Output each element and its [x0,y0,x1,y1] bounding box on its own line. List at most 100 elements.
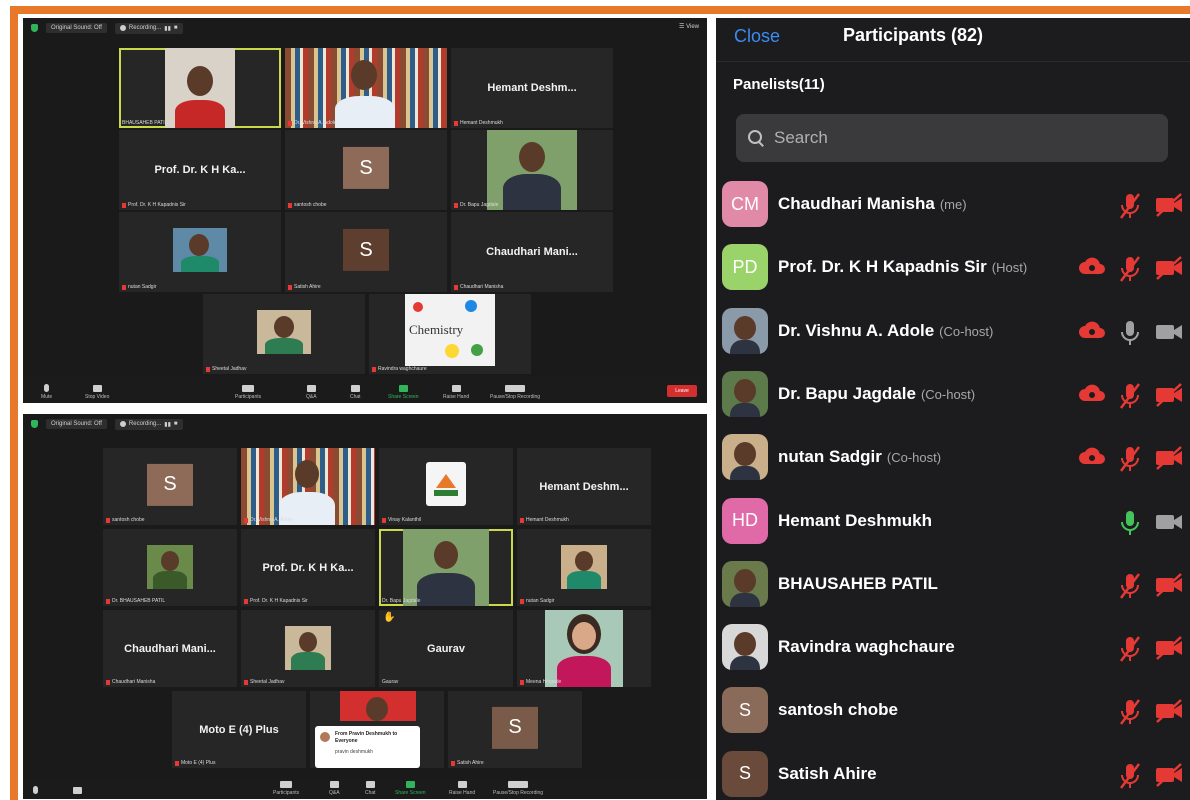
participant-row[interactable]: PD Prof. Dr. K H Kapadnis Sir (Host) [716,236,1190,299]
video-tile[interactable]: Chaudhari Mani... Chaudhari Manisha [103,610,237,687]
stop-video-button[interactable] [73,787,82,796]
video-tile[interactable]: Dr. Vishnu A. Adole [285,48,447,128]
share-screen-button[interactable]: Share Screen [395,781,426,796]
video-off-icon[interactable] [1154,255,1184,286]
video-tile[interactable]: Chemistry Ravindra waghchaure [369,294,531,374]
participants-button[interactable]: Participants [235,385,261,400]
video-off-icon[interactable] [1154,382,1184,413]
participant-row[interactable]: Dr. Vishnu A. Adole (Co-host) [716,300,1190,363]
original-sound-button[interactable]: Original Sound: Off [46,23,107,33]
video-tile[interactable]: Sheetal Jadhav [241,610,375,687]
video-tile[interactable]: Dr. Bapu Jagdale [379,529,513,606]
video-tile[interactable]: Sheetal Jadhav [203,294,365,374]
video-off-icon[interactable] [1154,762,1184,793]
video-tile[interactable]: Chaudhari Mani... Chaudhari Manisha [451,212,613,292]
original-sound-button[interactable]: Original Sound: Off [46,419,107,429]
avatar [722,434,768,481]
raise-hand-label: Raise Hand [449,790,476,796]
qa-button[interactable]: Q&A [329,781,340,796]
video-off-icon[interactable] [1154,192,1184,223]
video-feed [173,228,227,272]
video-tile[interactable]: Prof. Dr. K H Ka... Prof. Dr. K H Kapadn… [119,130,281,210]
leave-button[interactable]: Leave [667,385,697,397]
video-tile[interactable]: S Satish Ahire [285,212,447,292]
video-tile[interactable]: ✋ Gaurav Gaurav [379,610,513,687]
microphone-icon[interactable] [1118,509,1142,542]
video-tile[interactable]: Moto E (4) Plus Moto E (4) Plus [172,691,306,768]
raise-hand-button[interactable]: Raise Hand [449,781,475,796]
view-button[interactable]: ☰ View [679,23,699,30]
participant-row[interactable]: nutan Sadgir (Co-host) [716,426,1190,489]
participant-name-text: Dr. Bapu Jagdale [778,383,916,403]
video-off-icon[interactable] [1154,698,1184,729]
search-box[interactable] [736,114,1168,162]
participant-row[interactable]: Dr. Bapu Jagdale (Co-host) [716,363,1190,426]
pause-recording-button[interactable]: Pause/Stop Recording [493,781,543,796]
microphone-muted-icon[interactable] [1118,762,1142,795]
stop-icon[interactable]: ■ [174,421,178,427]
participant-row[interactable]: CM Chaudhari Manisha (me) [716,173,1190,236]
recording-indicator[interactable]: Recording... ▮▮ ■ [114,418,183,430]
stop-icon[interactable]: ■ [174,25,178,31]
video-tile[interactable]: Dr. Bapu Jagdale [451,130,613,210]
video-tile[interactable]: Vinay Kalanthil [379,448,513,525]
search-input[interactable] [774,128,1134,148]
pause-recording-button[interactable]: Pause/Stop Recording [490,385,540,400]
tile-name-label: Dr. BHAUSAHEB PATIL [106,598,165,604]
video-tile[interactable]: S Satish Ahire [448,691,582,768]
participant-row[interactable]: BHAUSAHEB PATIL [716,553,1190,616]
participant-row[interactable]: Ravindra waghchaure [716,616,1190,679]
participant-name: Chaudhari Manisha (me) [778,194,967,214]
microphone-muted-icon[interactable] [1118,382,1142,415]
video-tile[interactable]: Meena Hingade [517,610,651,687]
video-tile[interactable]: nutan Sadgir [119,212,281,292]
microphone-muted-icon[interactable] [1118,698,1142,731]
video-tile[interactable]: Dr. Vishnu A. Adole [241,448,375,525]
border-left [10,6,18,800]
participant-row[interactable]: HD Hemant Deshmukh [716,490,1190,553]
microphone-muted-icon[interactable] [1118,445,1142,478]
pause-recording-label: Pause/Stop Recording [490,394,541,400]
stop-video-button[interactable]: Stop Video [85,385,109,400]
recording-indicator[interactable]: Recording... ▮▮ ■ [114,22,183,34]
video-tile[interactable]: S santosh chobe [103,448,237,525]
microphone-muted-icon[interactable] [1118,572,1142,605]
mute-button[interactable] [33,786,38,796]
video-camera-icon[interactable] [1154,509,1184,540]
video-camera-icon[interactable] [1154,319,1184,350]
microphone-muted-icon[interactable] [1118,192,1142,225]
qa-button[interactable]: Q&A [306,385,317,400]
participant-role: (Host) [991,260,1028,276]
raise-hand-button[interactable]: Raise Hand [443,385,469,400]
share-screen-icon [398,385,408,392]
chat-button[interactable]: Chat [365,781,376,796]
video-tile[interactable]: S santosh chobe [285,130,447,210]
video-tile[interactable]: Hemant Deshm... Hemant Deshmukh [517,448,651,525]
tile-name-label: Hemant Deshmukh [454,120,503,126]
qa-label: Q&A [306,394,317,400]
video-tile[interactable]: BHAUSAHEB PATIL [119,48,281,128]
hand-icon [457,781,467,788]
video-tile[interactable]: Hemant Deshm... Hemant Deshmukh [451,48,613,128]
video-tile[interactable]: Dr. BHAUSAHEB PATIL [103,529,237,606]
participant-name: Dr. Vishnu A. Adole (Co-host) [778,321,993,341]
pause-icon[interactable]: ▮▮ [164,25,171,32]
participants-button[interactable]: Participants [273,781,299,796]
video-tile[interactable]: nutan Sadgir [517,529,651,606]
microphone-icon[interactable] [1118,319,1142,352]
cloud-recording-icon [1078,255,1106,282]
mute-button[interactable]: Mute [41,384,52,400]
cloud-recording-icon [1078,319,1106,346]
pause-icon[interactable]: ▮▮ [164,421,171,428]
chat-notification[interactable]: From Pravin Deshmukh to Everyone pravin … [315,726,420,768]
video-off-icon[interactable] [1154,635,1184,666]
microphone-muted-icon[interactable] [1118,255,1142,288]
participant-row[interactable]: S Satish Ahire [716,743,1190,800]
participant-row[interactable]: Ssantosh chobe [716,679,1190,742]
video-off-icon[interactable] [1154,445,1184,476]
chat-button[interactable]: Chat [350,385,361,400]
video-tile[interactable]: Prof. Dr. K H Ka... Prof. Dr. K H Kapadn… [241,529,375,606]
microphone-muted-icon[interactable] [1118,635,1142,668]
video-off-icon[interactable] [1154,572,1184,603]
share-screen-button[interactable]: Share Screen [388,385,419,400]
